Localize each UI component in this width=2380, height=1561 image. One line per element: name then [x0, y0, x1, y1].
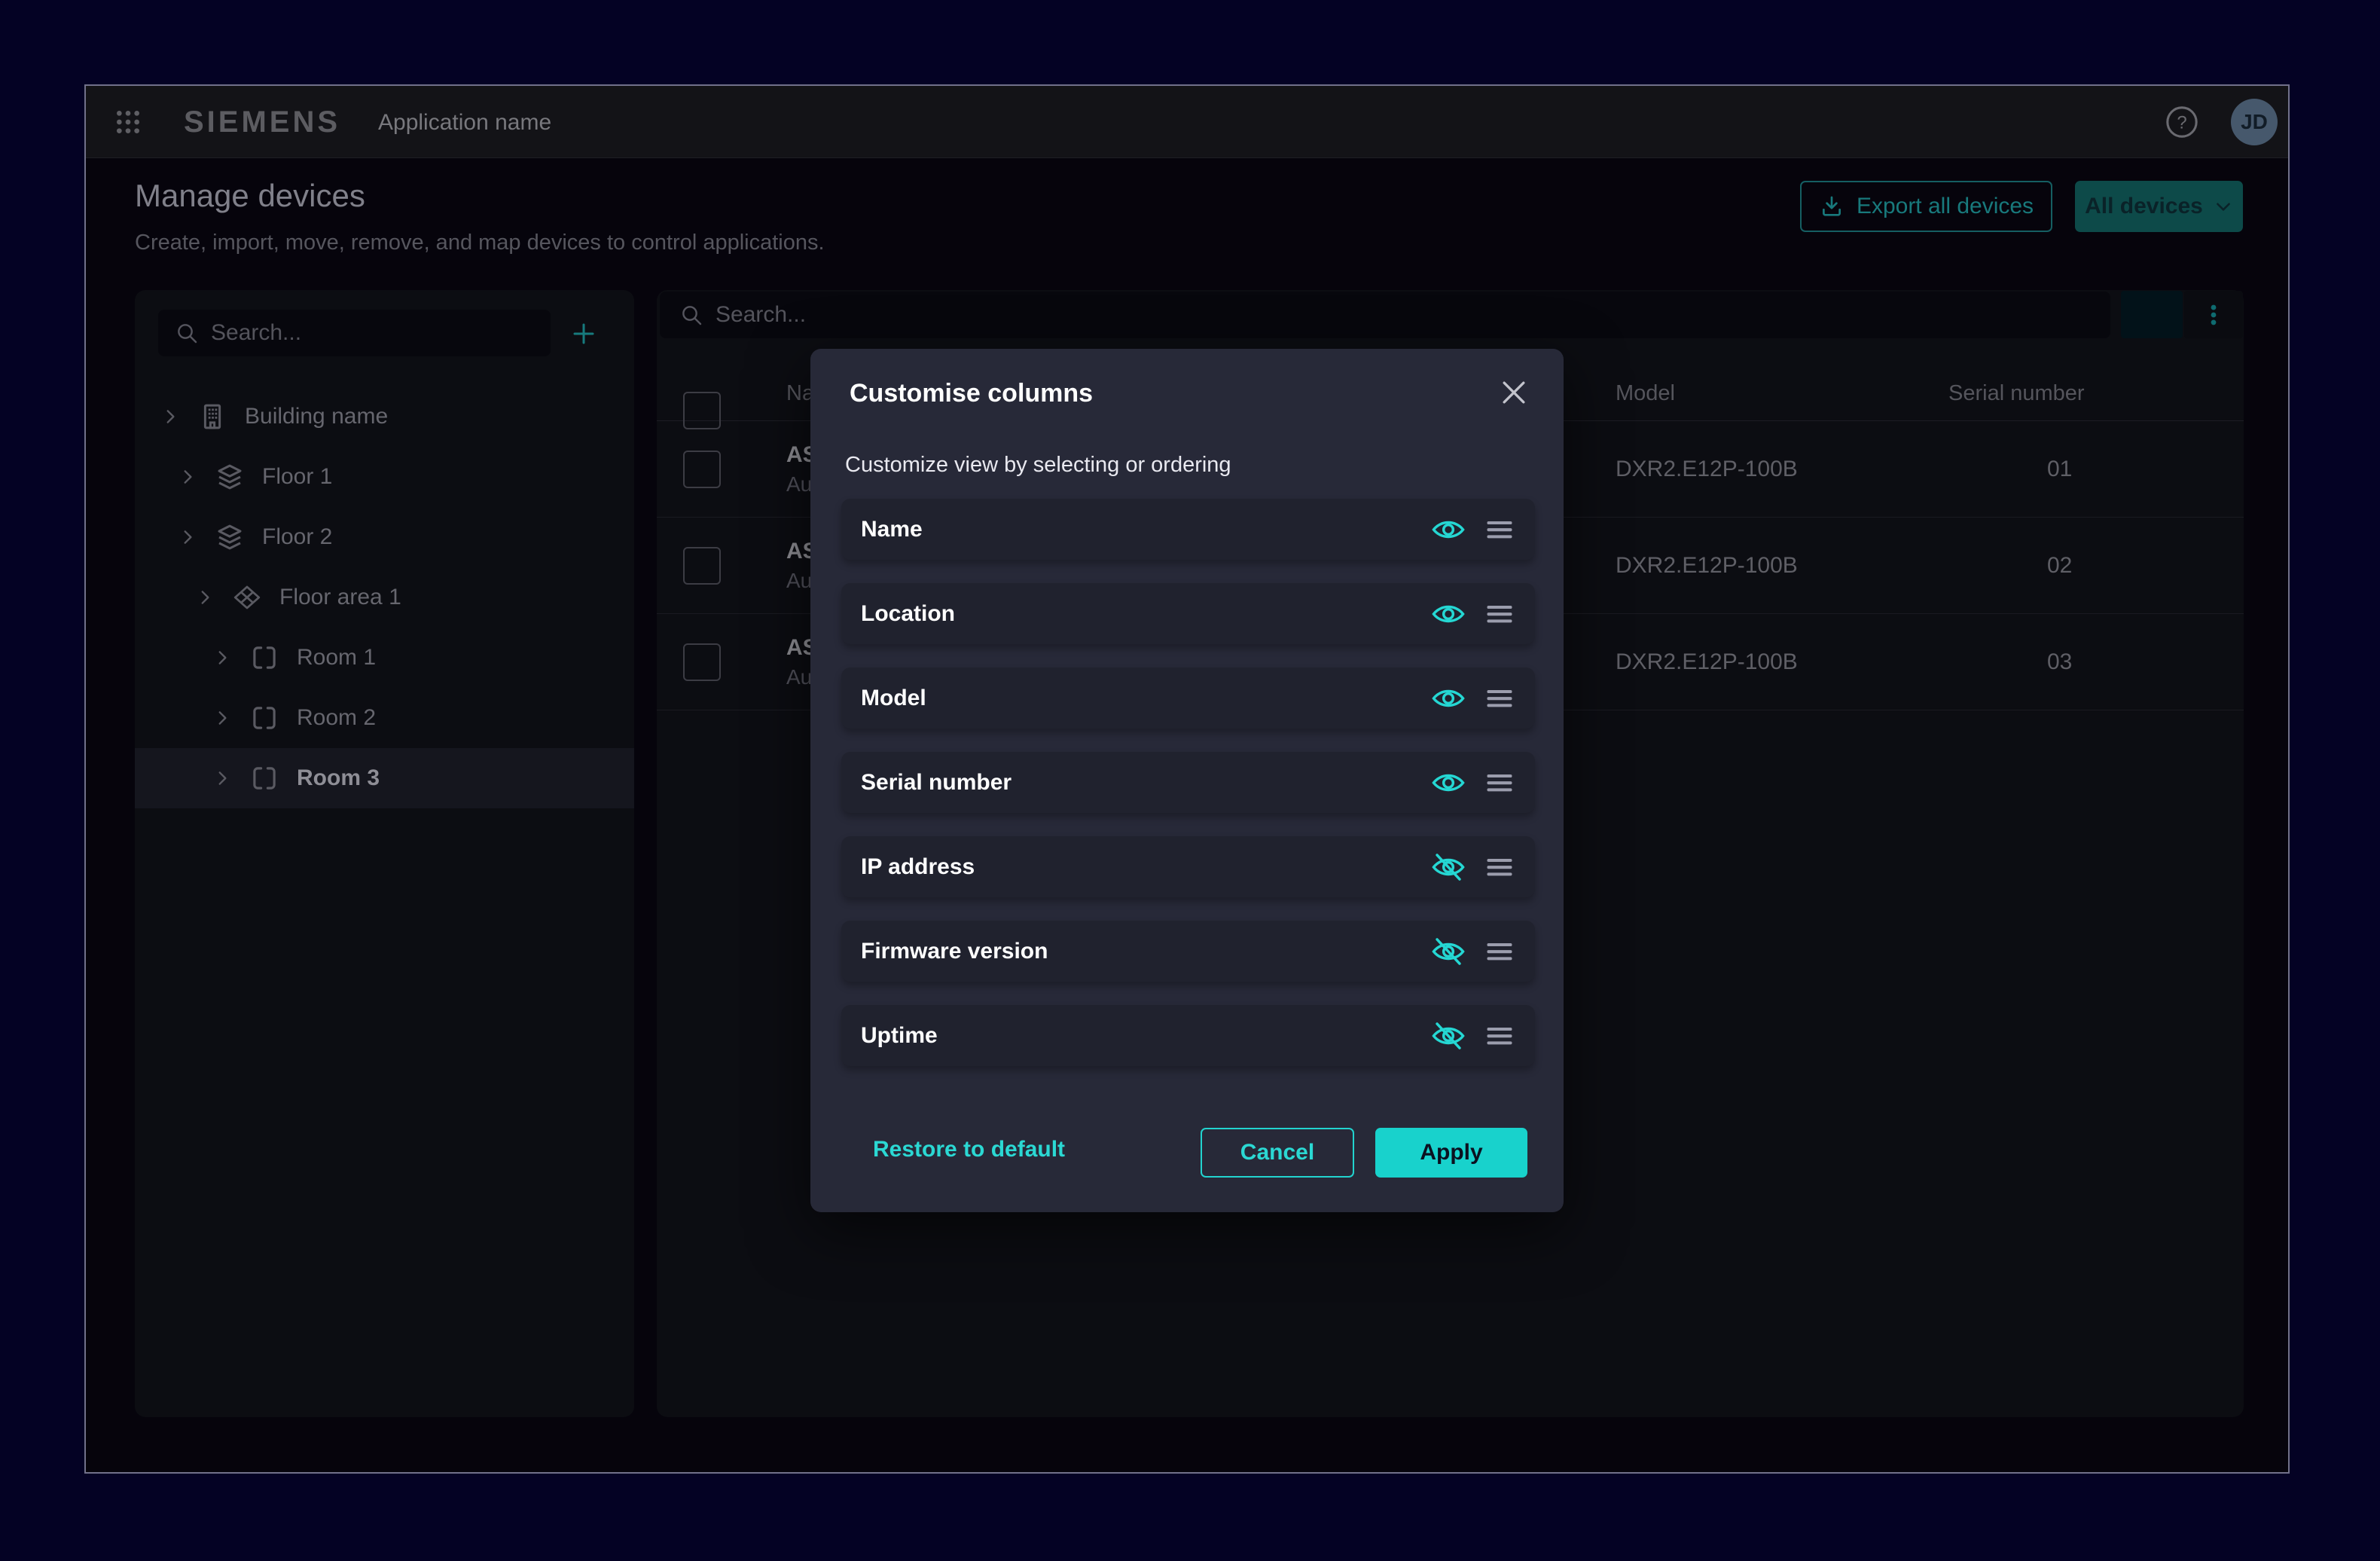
modal-title: Customise columns: [850, 379, 1093, 408]
drag-handle-icon[interactable]: [1483, 682, 1516, 715]
building-icon: [197, 401, 228, 432]
drag-handle-icon[interactable]: [1483, 766, 1516, 799]
apply-button[interactable]: Apply: [1375, 1128, 1527, 1178]
column-list: Name Location Model Serial number IP add…: [841, 499, 1535, 1066]
tree-item-floor-2[interactable]: Floor 2: [135, 507, 634, 567]
tree-item-floor-area-1[interactable]: Floor area 1: [135, 567, 634, 628]
drag-handle-icon[interactable]: [1483, 851, 1516, 884]
eye-visible-icon[interactable]: [1431, 765, 1466, 800]
page-subtitle: Create, import, move, remove, and map de…: [135, 231, 825, 255]
row-checkbox[interactable]: [683, 643, 721, 681]
drag-handle-icon[interactable]: [1483, 1019, 1516, 1052]
eye-hidden-icon[interactable]: [1431, 1019, 1466, 1053]
restore-to-default-link[interactable]: Restore to default: [873, 1137, 1065, 1162]
column-header-serial[interactable]: Serial number: [1948, 381, 2085, 406]
add-location-icon[interactable]: [570, 320, 597, 347]
tree-item-room-1[interactable]: Room 1: [135, 628, 634, 688]
tree-search-input[interactable]: [211, 320, 511, 346]
search-icon: [679, 303, 703, 327]
help-icon[interactable]: [2165, 105, 2199, 139]
device-serial: 01: [2047, 457, 2072, 482]
drag-handle-icon[interactable]: [1483, 513, 1516, 546]
customise-columns-modal: Customise columns Customize view by sele…: [810, 349, 1564, 1212]
app-header: SIEMENS Application name JD: [86, 86, 2288, 158]
drag-handle-icon[interactable]: [1483, 597, 1516, 631]
tree-item-room-3[interactable]: Room 3: [135, 748, 634, 808]
chevron-right-icon[interactable]: [160, 407, 180, 426]
column-card-uptime[interactable]: Uptime: [841, 1005, 1535, 1066]
tree-search[interactable]: [158, 310, 551, 356]
devices-search-input[interactable]: [716, 302, 1860, 328]
room-icon: [249, 642, 280, 674]
location-tree-panel: Building name Floor 1 Floor 2 Floor area…: [135, 290, 634, 1417]
device-serial: 03: [2047, 649, 2072, 675]
download-icon: [1819, 194, 1844, 219]
tree-item-room-2[interactable]: Room 2: [135, 688, 634, 748]
tree-item-building[interactable]: Building name: [135, 386, 634, 447]
floor-icon: [214, 461, 246, 493]
location-tree: Building name Floor 1 Floor 2 Floor area…: [135, 386, 634, 808]
avatar[interactable]: JD: [2231, 99, 2278, 145]
eye-visible-icon[interactable]: [1431, 681, 1466, 716]
chevron-right-icon[interactable]: [195, 588, 215, 607]
floor-area-icon: [231, 582, 263, 613]
chevron-right-icon[interactable]: [178, 527, 197, 547]
eye-hidden-icon[interactable]: [1431, 850, 1466, 884]
device-model: DXR2.E12P-100B: [1616, 649, 1798, 675]
chevron-right-icon[interactable]: [178, 467, 197, 487]
column-card-ip-address[interactable]: IP address: [841, 836, 1535, 897]
column-card-serial-number[interactable]: Serial number: [841, 752, 1535, 813]
column-card-model[interactable]: Model: [841, 667, 1535, 729]
chevron-right-icon[interactable]: [212, 648, 232, 667]
tree-item-floor-1[interactable]: Floor 1: [135, 447, 634, 507]
devices-search[interactable]: [660, 292, 2110, 338]
application-name: Application name: [378, 110, 551, 136]
column-card-name[interactable]: Name: [841, 499, 1535, 560]
apps-grid-icon[interactable]: [113, 107, 143, 137]
kebab-menu-icon: [2201, 302, 2226, 328]
device-serial: 02: [2047, 553, 2072, 579]
table-view-button[interactable]: [2121, 291, 2183, 338]
column-card-location[interactable]: Location: [841, 583, 1535, 644]
drag-handle-icon[interactable]: [1483, 935, 1516, 968]
all-devices-dropdown[interactable]: All devices: [2075, 181, 2243, 232]
eye-hidden-icon[interactable]: [1431, 934, 1466, 969]
row-checkbox[interactable]: [683, 451, 721, 488]
brand-logo: SIEMENS: [184, 105, 340, 139]
modal-subtitle: Customize view by selecting or ordering: [845, 453, 1231, 478]
chevron-down-icon: [2214, 197, 2233, 216]
device-model: DXR2.E12P-100B: [1616, 457, 1798, 482]
column-card-firmware-version[interactable]: Firmware version: [841, 921, 1535, 982]
table-menu-button[interactable]: [2184, 291, 2243, 338]
close-icon[interactable]: [1497, 376, 1530, 409]
chevron-right-icon[interactable]: [212, 708, 232, 728]
floor-icon: [214, 521, 246, 553]
page-title: Manage devices: [135, 178, 365, 214]
eye-visible-icon[interactable]: [1431, 512, 1466, 547]
chevron-right-icon[interactable]: [212, 768, 232, 788]
device-model: DXR2.E12P-100B: [1616, 553, 1798, 579]
export-all-devices-button[interactable]: Export all devices: [1800, 181, 2052, 232]
eye-visible-icon[interactable]: [1431, 597, 1466, 631]
row-checkbox[interactable]: [683, 547, 721, 585]
column-header-model[interactable]: Model: [1616, 381, 1675, 406]
cancel-button[interactable]: Cancel: [1201, 1128, 1354, 1178]
search-icon: [175, 321, 199, 345]
room-icon: [249, 762, 280, 794]
room-icon: [249, 702, 280, 734]
